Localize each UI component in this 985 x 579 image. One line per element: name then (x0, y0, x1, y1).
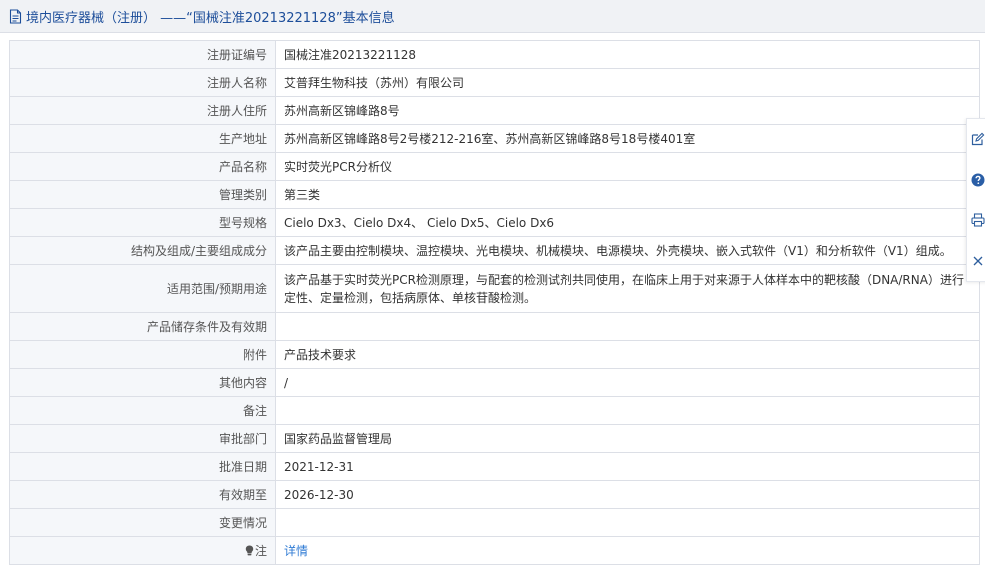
document-icon (9, 8, 22, 24)
side-toolbar (966, 118, 985, 282)
row-value: 艾普拜生物科技（苏州）有限公司 (275, 68, 980, 97)
table-row: 批准日期 2021-12-31 (9, 452, 980, 481)
table-row: 型号规格 Cielo Dx3、Cielo Dx4、 Cielo Dx5、Ciel… (9, 208, 980, 237)
row-value: / (275, 368, 980, 397)
row-label: 备注 (9, 396, 276, 425)
row-value: 苏州高新区锦峰路8号 (275, 96, 980, 125)
row-label: 产品名称 (9, 152, 276, 181)
table-row: 管理类别 第三类 (9, 180, 980, 209)
table-row: 适用范围/预期用途 该产品基于实时荧光PCR检测原理，与配套的检测试剂共同使用，… (9, 264, 980, 313)
note-label: 注 (254, 544, 267, 558)
row-label: 批准日期 (9, 452, 276, 481)
row-label: 其他内容 (9, 368, 276, 397)
row-value: 该产品基于实时荧光PCR检测原理，与配套的检测试剂共同使用，在临床上用于对来源于… (275, 264, 980, 313)
table-row: 审批部门 国家药品监督管理局 (9, 424, 980, 453)
table-row: 注册证编号 国械注准20213221128 (9, 40, 980, 69)
lightbulb-icon (245, 545, 254, 556)
row-label: 适用范围/预期用途 (9, 264, 276, 313)
table-row: 注册人名称 艾普拜生物科技（苏州）有限公司 (9, 68, 980, 97)
table-row: 结构及组成/主要组成成分 该产品主要由控制模块、温控模块、光电模块、机械模块、电… (9, 236, 980, 265)
table-row: 有效期至 2026-12-30 (9, 480, 980, 509)
details-link[interactable]: 详情 (284, 544, 308, 558)
row-value: 苏州高新区锦峰路8号2号楼212-216室、苏州高新区锦峰路8号18号楼401室 (275, 124, 980, 153)
table-row: 生产地址 苏州高新区锦峰路8号2号楼212-216室、苏州高新区锦峰路8号18号… (9, 124, 980, 153)
row-value: 2021-12-31 (275, 452, 980, 481)
help-icon (971, 173, 985, 187)
table-row: 产品名称 实时荧光PCR分析仪 (9, 152, 980, 181)
row-label: 审批部门 (9, 424, 276, 453)
row-label: 注册人名称 (9, 68, 276, 97)
row-value: Cielo Dx3、Cielo Dx4、 Cielo Dx5、Cielo Dx6 (275, 208, 980, 237)
row-label: 附件 (9, 340, 276, 369)
row-label: 变更情况 (9, 508, 276, 537)
edit-button[interactable] (970, 131, 985, 147)
row-value: 详情 (275, 536, 980, 565)
table-row: 附件 产品技术要求 (9, 340, 980, 369)
row-label: 结构及组成/主要组成成分 (9, 236, 276, 265)
row-label: 注册人住所 (9, 96, 276, 125)
row-value: 产品技术要求 (275, 340, 980, 369)
table-row: 注册人住所 苏州高新区锦峰路8号 (9, 96, 980, 125)
print-button[interactable] (970, 212, 985, 228)
row-value (275, 396, 980, 425)
row-label: 产品储存条件及有效期 (9, 312, 276, 341)
close-button[interactable] (970, 253, 985, 269)
row-label: 管理类别 (9, 180, 276, 209)
table-row: 备注 (9, 396, 980, 425)
row-label: 生产地址 (9, 124, 276, 153)
page-header: 境内医疗器械（注册） ——“国械注准20213221128”基本信息 (0, 0, 985, 33)
close-icon (973, 256, 983, 266)
row-label: 有效期至 (9, 480, 276, 509)
note-label-cell: 注 (9, 536, 276, 565)
row-value (275, 312, 980, 341)
edit-icon (971, 132, 985, 146)
table-row: 变更情况 (9, 508, 980, 537)
row-value (275, 508, 980, 537)
table-row: 注 详情 (9, 536, 980, 565)
row-value: 国械注准20213221128 (275, 40, 980, 69)
print-icon (971, 213, 985, 227)
row-label: 型号规格 (9, 208, 276, 237)
page-title: 境内医疗器械（注册） ——“国械注准20213221128”基本信息 (26, 10, 395, 26)
row-label: 注册证编号 (9, 40, 276, 69)
info-table: 注册证编号 国械注准20213221128 注册人名称 艾普拜生物科技（苏州）有… (9, 40, 980, 565)
row-value: 实时荧光PCR分析仪 (275, 152, 980, 181)
help-button[interactable] (970, 172, 985, 188)
row-value: 2026-12-30 (275, 480, 980, 509)
row-value: 该产品主要由控制模块、温控模块、光电模块、机械模块、电源模块、外壳模块、嵌入式软… (275, 236, 980, 265)
table-row: 其他内容 / (9, 368, 980, 397)
table-row: 产品储存条件及有效期 (9, 312, 980, 341)
row-value: 国家药品监督管理局 (275, 424, 980, 453)
row-value: 第三类 (275, 180, 980, 209)
